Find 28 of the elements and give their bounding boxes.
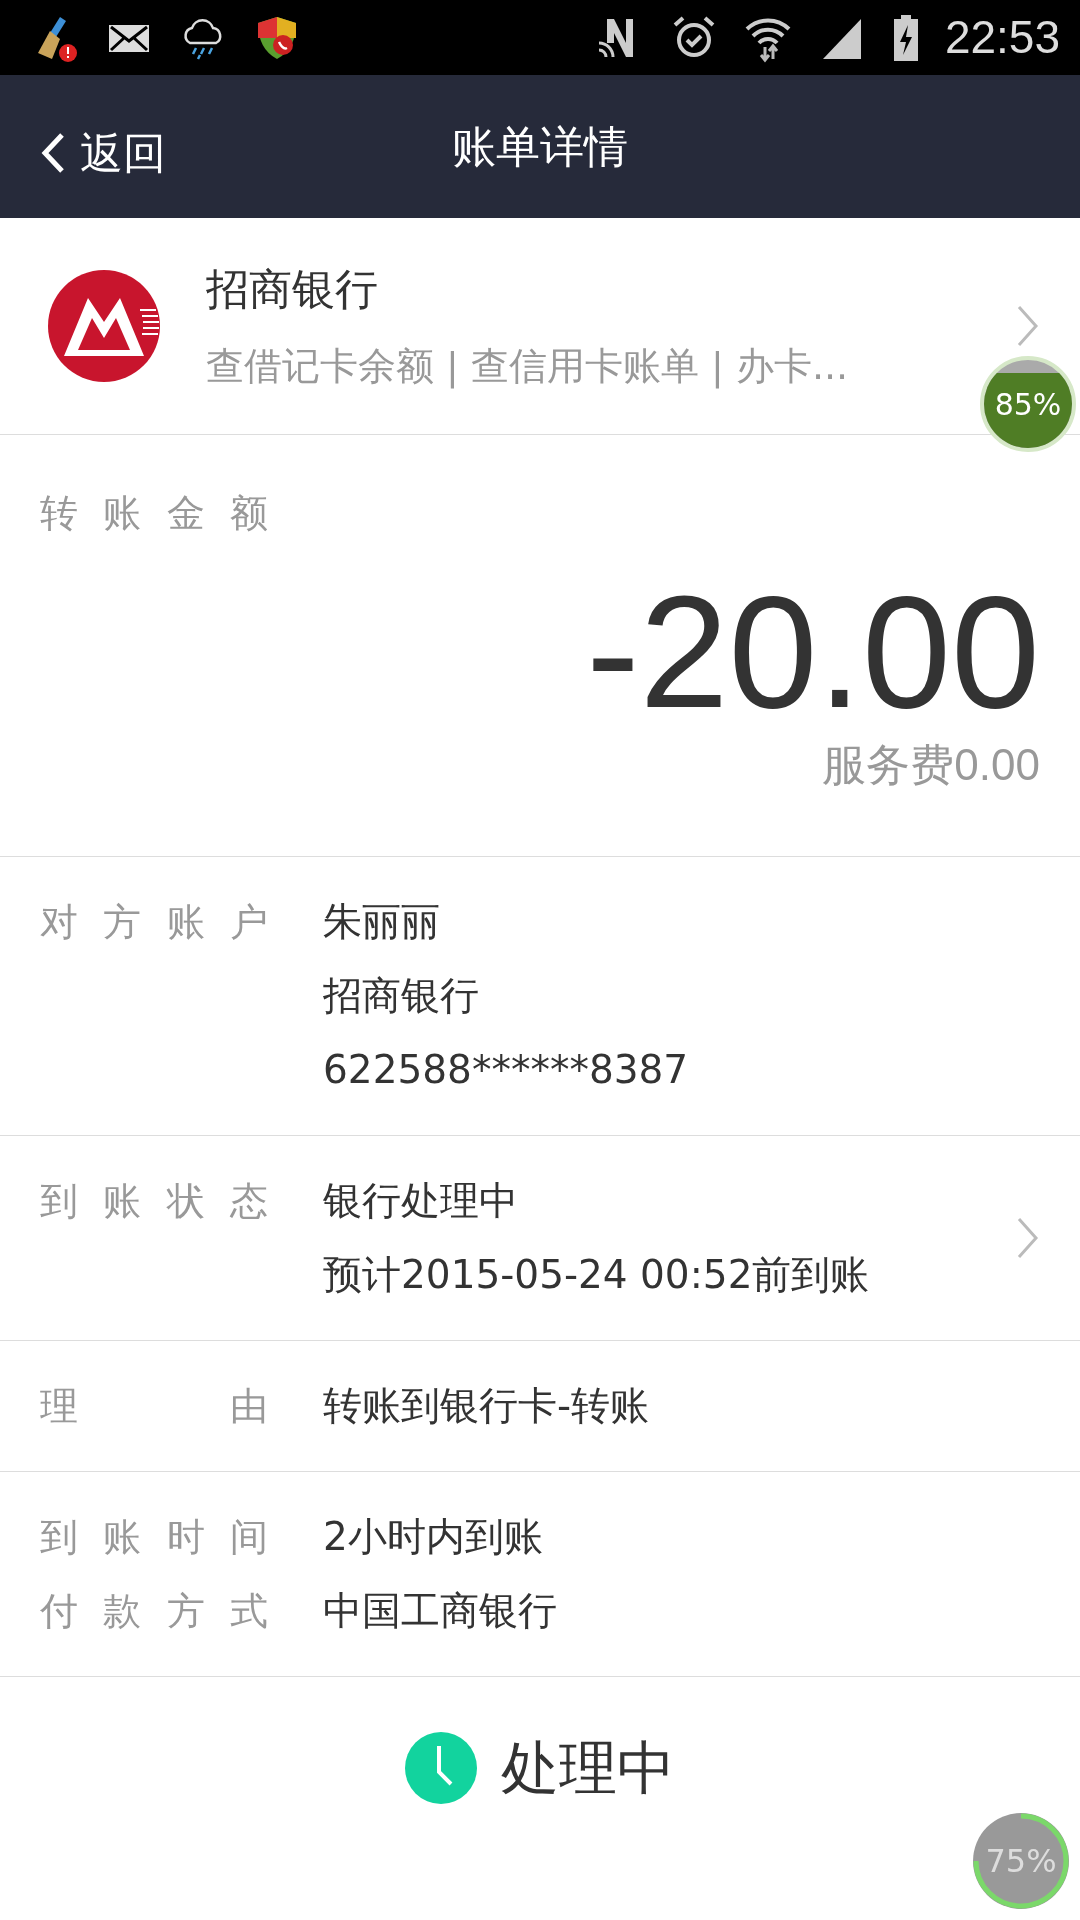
field-value: 2小时内到账 <box>323 1513 543 1561</box>
status-row[interactable]: 到账状态 银行处理中 预计2015-05-24 00:52前到账 <box>0 1136 1080 1341</box>
memory-meter[interactable]: 85% <box>980 356 1076 452</box>
back-button[interactable]: 返回 <box>36 117 170 190</box>
meter-reading: 85% <box>994 385 1062 424</box>
field-value: 银行处理中 <box>323 1177 519 1225</box>
chevron-right-icon <box>1016 1216 1040 1260</box>
field-label: 理由 <box>40 1383 268 1430</box>
field-label: 对方账户 <box>40 899 268 946</box>
field-value: 预计2015-05-24 00:52前到账 <box>323 1251 870 1299</box>
field-label: 付款方式 <box>40 1588 268 1635</box>
field-label: 到账状态 <box>40 1178 268 1225</box>
field-value: 转账到银行卡-转账 <box>323 1382 650 1430</box>
amount-label: 转账金额 <box>40 490 268 537</box>
bank-services: 查借记卡余额 | 查信用卡账单 | 办卡... <box>206 342 850 391</box>
clock-time: 22:53 <box>944 10 1060 65</box>
amount-value: -20.00 <box>586 572 1040 732</box>
field-value: 招商银行 <box>323 972 480 1020</box>
field-value: 中国工商银行 <box>323 1587 557 1635</box>
status-label: 处理中 <box>501 1732 675 1804</box>
service-fee: 服务费0.00 <box>822 740 1040 789</box>
clock-icon <box>405 1732 477 1804</box>
page-title: 账单详情 <box>452 119 628 174</box>
field-value: 622588******8387 <box>323 1046 689 1094</box>
chevron-right-icon <box>1016 304 1040 348</box>
field-value: 朱丽丽 <box>323 898 441 946</box>
field-label: 到账时间 <box>40 1514 268 1561</box>
bank-name: 招商银行 <box>206 263 379 317</box>
